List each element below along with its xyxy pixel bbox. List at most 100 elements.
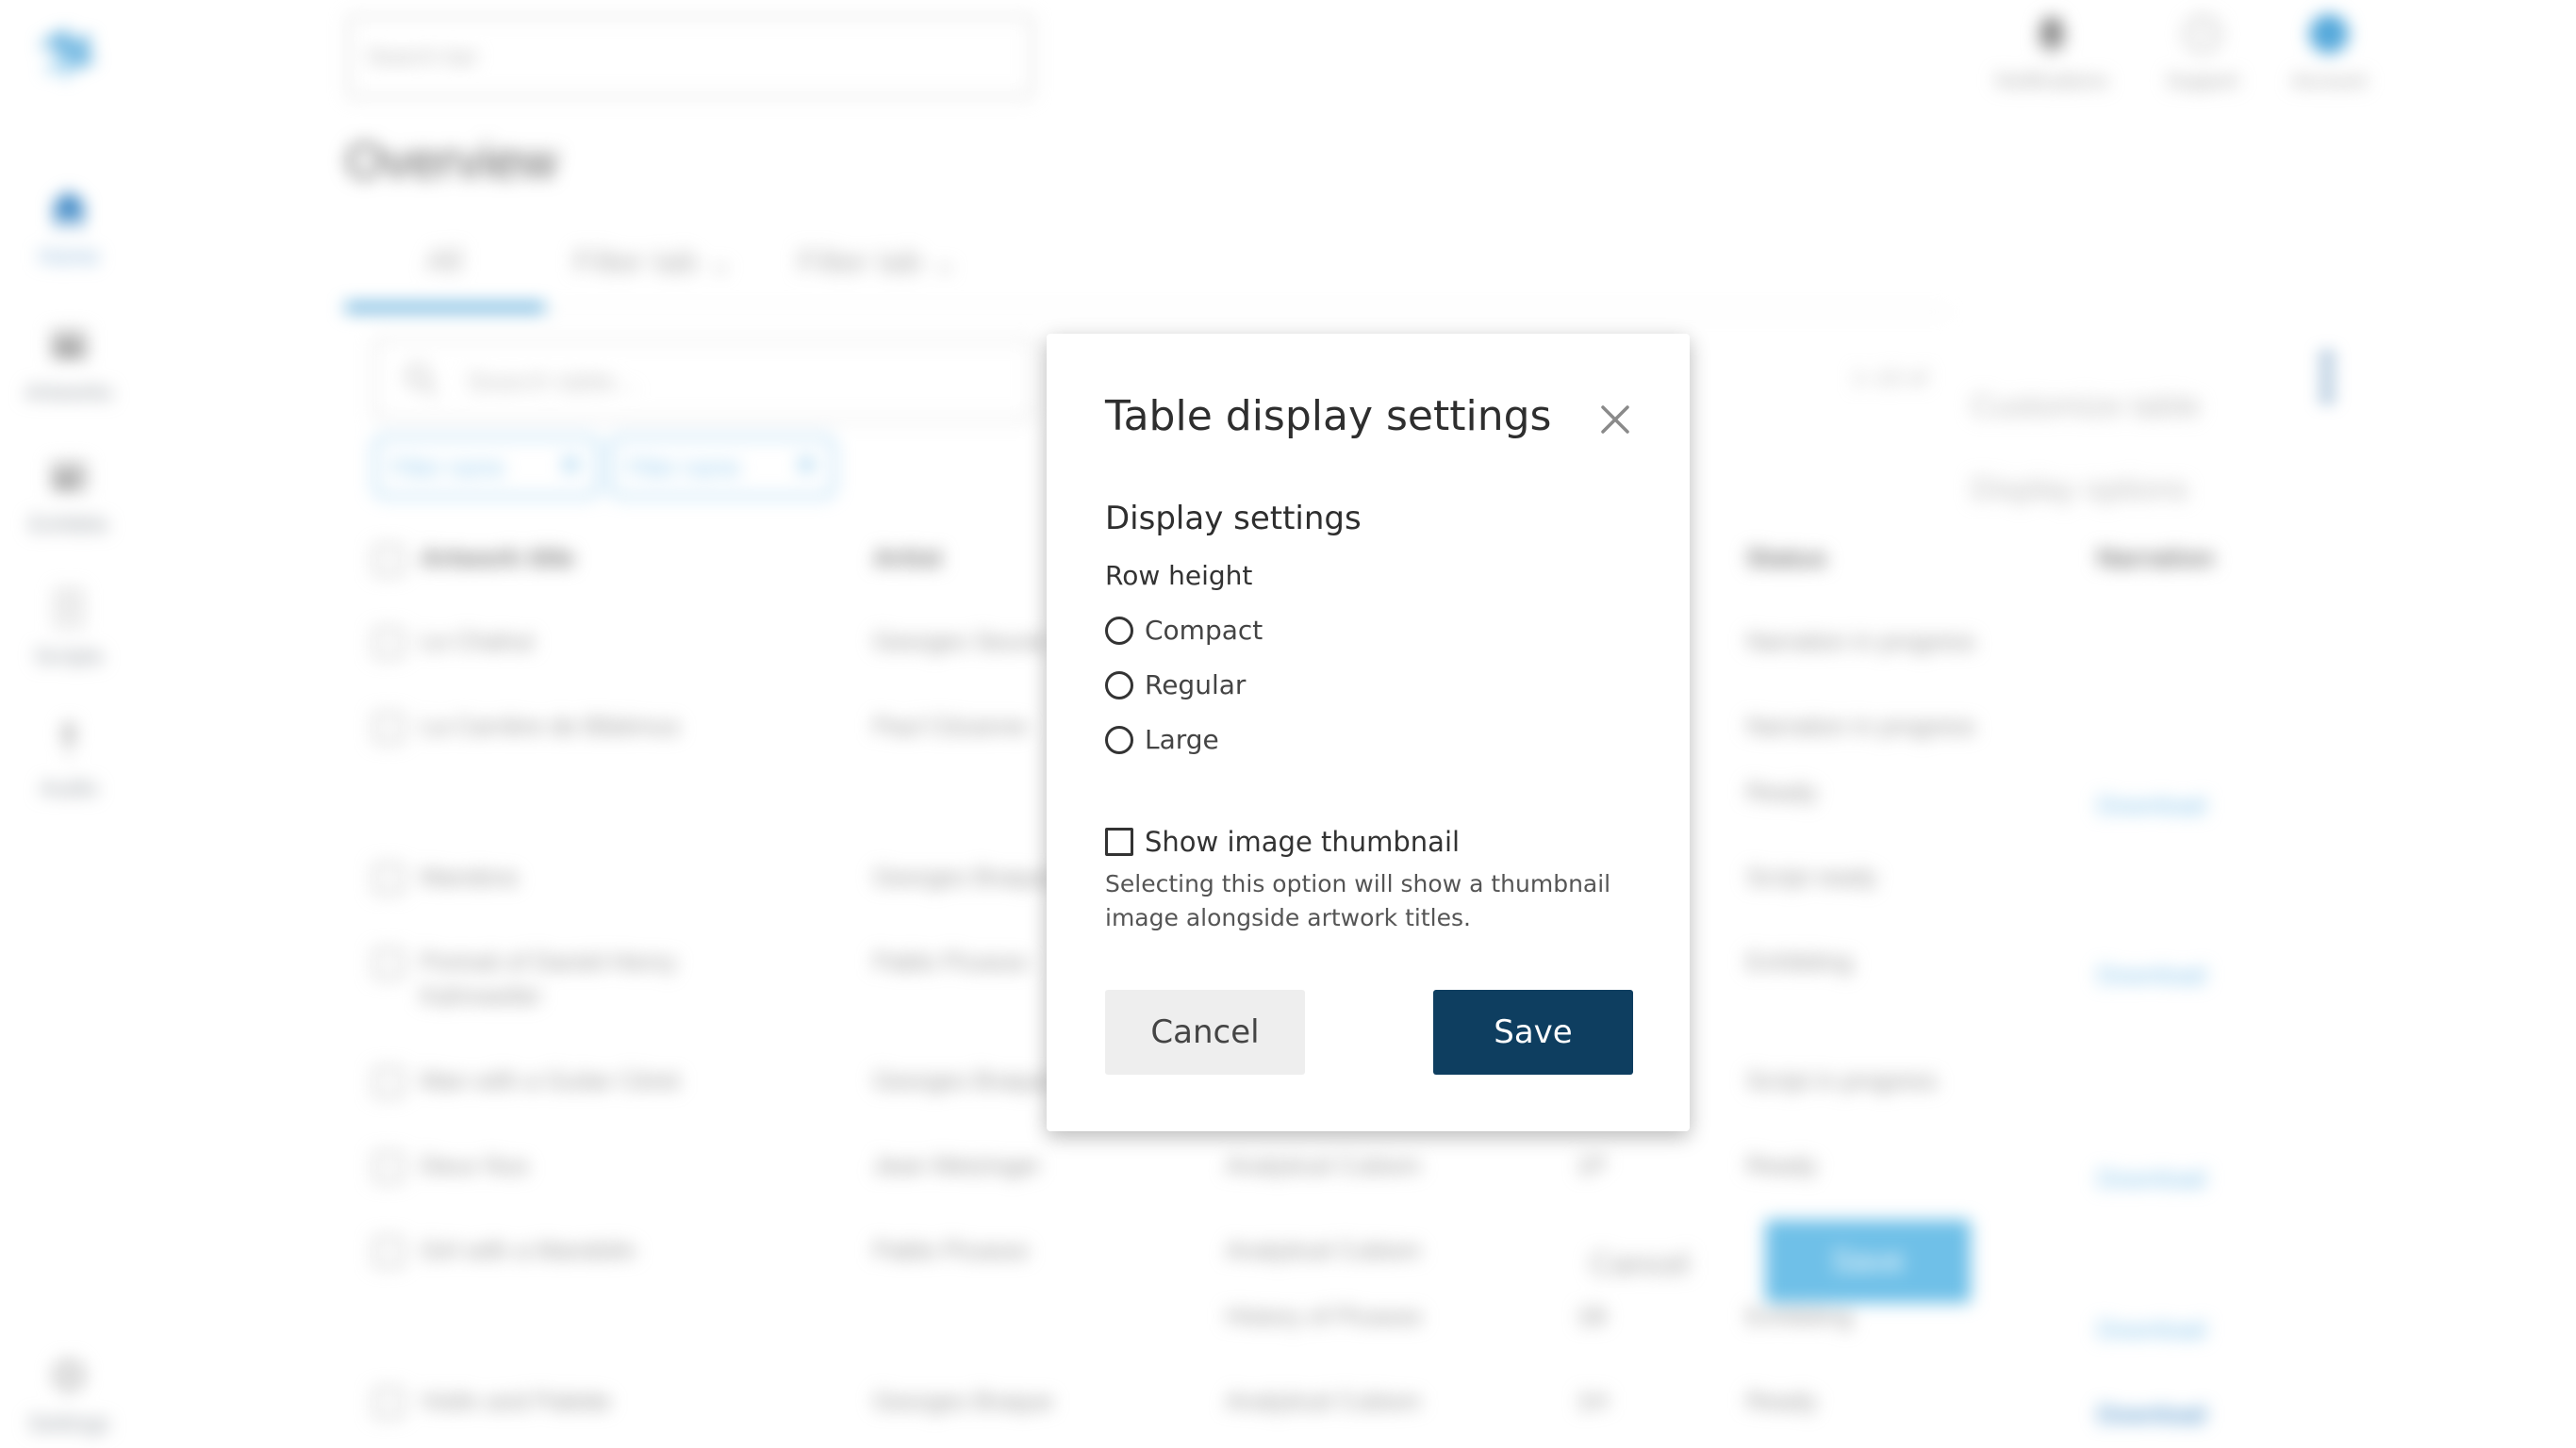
column-header-title[interactable]: Artwork title [421, 543, 574, 573]
section-title: Display settings [1105, 500, 1362, 537]
cell-style: History of Picasso [1226, 1302, 1423, 1330]
cell-artist: Georges Braque [873, 1066, 1053, 1094]
cell-status: Ready [1746, 1151, 1818, 1179]
cell-status: Exhibiting [1746, 947, 1853, 976]
background-save-button: Save [1765, 1220, 1971, 1303]
show-thumbnail-option[interactable]: Show image thumbnail [1105, 826, 1460, 858]
cell-title[interactable]: Portrait of Daniel-Henry Kahnweiler [421, 945, 741, 1012]
row-checkbox[interactable] [373, 1237, 404, 1267]
row-checkbox[interactable] [373, 1067, 404, 1097]
cell-title[interactable]: Deux Nus [421, 1148, 741, 1182]
tab-label: Filter tab [573, 244, 699, 280]
display-options-link[interactable]: Display options [1971, 471, 2188, 508]
cell-title[interactable]: Mandora [421, 860, 741, 894]
cancel-button[interactable]: Cancel [1105, 990, 1305, 1075]
radio-label: Regular [1145, 669, 1247, 700]
microphone-icon [63, 722, 74, 758]
background-cancel-button: Cancel [1590, 1246, 1690, 1282]
cell-title[interactable]: Violin and Palette [421, 1384, 741, 1418]
tab-filter-2[interactable]: Filter tab ⌄ [798, 243, 958, 281]
account-icon: SB [2310, 15, 2348, 53]
table-search-placeholder: Search table... [467, 367, 637, 396]
download-link[interactable]: Download [2097, 788, 2206, 822]
notifications-button[interactable]: Notifications [1976, 13, 2127, 93]
row-checkbox[interactable] [373, 948, 404, 979]
dialog-title: Table display settings [1105, 392, 1552, 440]
sidebar-item-settings[interactable]: Settings [0, 1354, 138, 1438]
search-icon [405, 364, 438, 397]
row-checkbox[interactable] [373, 1152, 404, 1182]
close-icon[interactable] [1592, 396, 1639, 443]
cell-title[interactable]: Man with a Guitar Céret [421, 1063, 741, 1097]
gear-icon [53, 1359, 85, 1391]
script-icon [55, 588, 83, 628]
chip-label: Filter name [391, 455, 505, 481]
cell-title[interactable]: La Carrière de Bibémus [421, 709, 741, 743]
home-icon [51, 191, 87, 225]
radio-button[interactable] [1105, 616, 1133, 645]
customize-table-link[interactable]: Customize table [1971, 388, 2201, 425]
cell-style: Analytical Cubism [1226, 1387, 1421, 1415]
tabs-divider [345, 311, 1948, 313]
save-button[interactable]: Save [1433, 990, 1633, 1075]
page-title: Overview [345, 133, 558, 189]
close-icon[interactable]: ✕ [796, 450, 817, 481]
help-icon: ? [2184, 15, 2221, 53]
sidebar-item-scripts[interactable]: Scripts [0, 586, 138, 670]
cell-artist: Paul Cézanne [873, 712, 1028, 740]
cell-status: Exhibiting [1746, 1302, 1853, 1330]
row-checkbox[interactable] [373, 864, 404, 894]
row-height-large-option[interactable]: Large [1105, 724, 1219, 755]
cell-status: Narration in progress [1746, 627, 1975, 655]
more-options-icon[interactable] [2318, 353, 2337, 409]
account-label: Account [2291, 69, 2367, 92]
download-link[interactable]: Download [2097, 1312, 2206, 1346]
radio-button[interactable] [1105, 725, 1133, 754]
cell-artist: Georges Braque [873, 1387, 1053, 1415]
bell-icon [2037, 17, 2067, 54]
sidebar-item-artworks[interactable]: Artworks [0, 322, 138, 406]
table-search-input[interactable]: Search table... [373, 337, 1033, 420]
row-checkbox[interactable] [373, 1388, 404, 1418]
row-checkbox[interactable] [373, 713, 404, 743]
svg-text:SB: SB [2320, 27, 2338, 42]
filter-chip[interactable]: Filter name ✕ [373, 436, 600, 498]
row-checkbox[interactable] [373, 628, 404, 658]
cell-title[interactable]: Le Chahut [421, 624, 741, 658]
cell-number: 1B [1577, 1302, 1607, 1330]
download-link[interactable]: Download [2097, 958, 2206, 992]
close-icon[interactable]: ✕ [560, 450, 582, 481]
show-thumbnail-checkbox[interactable] [1105, 828, 1133, 856]
row-height-compact-option[interactable]: Compact [1105, 615, 1263, 646]
sidebar-item-exhibits[interactable]: Exhibits [0, 454, 138, 538]
sidebar-item-label: Exhibits [28, 512, 109, 537]
cell-style: Analytical Cubism [1226, 1151, 1421, 1179]
download-link[interactable]: Download [2097, 1397, 2206, 1431]
cell-title[interactable]: Girl with a Mandolin [421, 1233, 741, 1267]
column-header-artist[interactable]: Artist [873, 543, 942, 573]
show-thumbnail-label: Show image thumbnail [1145, 826, 1461, 858]
sidebar-item-label: Artworks [25, 380, 113, 405]
svg-text:?: ? [2197, 23, 2208, 46]
select-all-checkbox[interactable] [373, 545, 404, 575]
gallery-icon [51, 462, 87, 490]
cell-status: Narration in progress [1746, 712, 1975, 740]
row-height-regular-option[interactable]: Regular [1105, 669, 1246, 700]
cell-style: Analytical Cubism [1226, 1236, 1421, 1264]
tab-filter-1[interactable]: Filter tab ⌄ [573, 243, 734, 281]
sidebar-item-home[interactable]: Home [0, 187, 138, 271]
support-button[interactable]: ? Support [2127, 13, 2278, 93]
radio-button[interactable] [1105, 670, 1133, 699]
download-link[interactable]: Download [2097, 1161, 2206, 1195]
support-label: Support [2166, 69, 2239, 92]
sidebar-item-label: Home [38, 244, 100, 270]
filter-chip[interactable]: Filter name ✕ [609, 436, 835, 498]
tab-all[interactable]: All [426, 243, 462, 280]
global-search-input[interactable]: Search bar [347, 15, 1033, 98]
column-header-status[interactable]: Status [1746, 543, 1827, 573]
account-button[interactable]: SB Account [2254, 13, 2404, 93]
column-header-narration[interactable]: Narration [2097, 543, 2214, 573]
tab-label: Filter tab [798, 244, 923, 280]
sidebar-item-audio[interactable]: Audio [0, 718, 138, 802]
cell-artist: Pablo Picasso [873, 1236, 1029, 1264]
